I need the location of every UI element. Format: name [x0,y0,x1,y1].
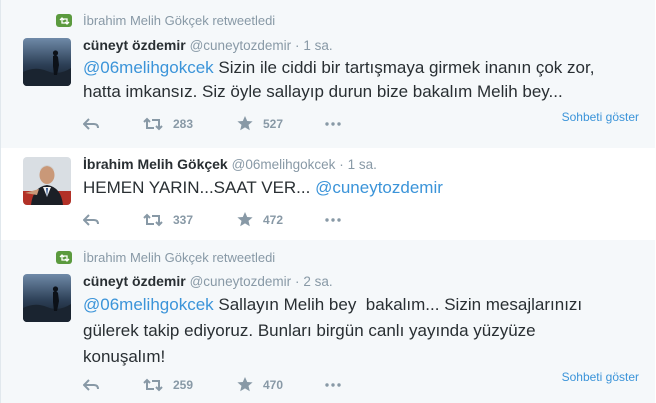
more-icon [325,217,341,222]
retweet-icon [143,117,163,130]
tweet-actions: 259 470 [83,377,341,392]
tweet-text: @06melihgokcek Sallayın Melih bey bakalı… [83,292,638,370]
mention-link[interactable]: @06melihgokcek [83,58,214,77]
retweet-count: 283 [173,116,194,131]
reply-icon [83,117,99,130]
favorite-icon [237,377,253,392]
show-conversation-link[interactable]: Sohbeti göster [562,370,639,384]
username[interactable]: @cuneytozdemir [190,274,292,289]
favorite-icon [237,116,253,131]
tweet-item[interactable]: İbrahim Melih Gökçek @06melihgokcek · 1 … [1,148,655,241]
tweet-text-segment: gülerek takip ediyoruz. Bunları birgün c… [83,321,536,340]
retweet-button[interactable]: 337 [143,213,237,227]
mention-link[interactable]: @cuneytozdemir [315,178,443,197]
username[interactable]: @06melihgokcek [232,157,336,172]
retweet-button[interactable]: 259 [143,378,237,392]
tweet-actions: 283 527 [83,116,341,131]
fullname[interactable]: cüneyt özdemir [83,37,186,53]
more-button[interactable] [325,121,341,126]
reply-icon [83,378,99,391]
tweet-text: HEMEN YARIN...SAAT VER... @cuneytozdemir [83,176,638,200]
favorite-count: 472 [263,212,284,227]
avatar[interactable] [23,157,71,205]
timeline: İbrahim Melih Gökçek retweetledi cüneyt … [0,0,656,403]
retweet-context-label[interactable]: İbrahim Melih Gökçek retweetledi [83,13,275,28]
reply-button[interactable] [83,117,143,130]
more-button[interactable] [325,382,341,387]
timestamp[interactable]: 2 sa. [303,274,332,289]
avatar[interactable] [23,274,71,322]
retweet-context-label[interactable]: İbrahim Melih Gökçek retweetledi [83,250,275,265]
mention-link[interactable]: @06melihgokcek [83,295,214,314]
reply-button[interactable] [83,213,143,226]
tweet-actions: 337 472 [83,212,341,227]
favorite-count: 527 [263,116,284,131]
more-icon [325,121,341,126]
favorite-button[interactable]: 470 [237,377,325,392]
tweet-item[interactable]: İbrahim Melih Gökçek retweetledi cüneyt … [1,240,655,403]
tweet-header: İbrahim Melih Gökçek @06melihgokcek · 1 … [83,156,377,172]
separator: · [339,157,344,172]
timestamp[interactable]: 1 sa. [303,38,332,53]
more-icon [325,382,341,387]
tweet-text: @06melihgokcek Sizin ile ciddi bir tartı… [83,56,638,104]
retweet-icon [143,378,163,391]
fullname[interactable]: cüneyt özdemir [83,273,186,289]
favorite-count: 470 [263,377,284,392]
tweet-header: cüneyt özdemir @cuneytozdemir · 1 sa. [83,37,333,53]
favorite-button[interactable]: 527 [237,116,325,131]
tweet-text-segment: konuşalım! [83,347,166,366]
favorite-icon [237,212,253,227]
reply-icon [83,213,99,226]
retweet-context: İbrahim Melih Gökçek retweetledi [56,13,275,28]
retweet-context-icon [56,251,72,264]
tweet-text-segment: Sallayın Melih bey bakalım... Sizin mesa… [213,295,583,314]
tweet-text-segment: HEMEN YARIN...SAAT VER... [83,178,316,197]
tweet-item[interactable]: İbrahim Melih Gökçek retweetledi cüneyt … [1,0,655,149]
show-conversation-link[interactable]: Sohbeti göster [562,110,639,124]
separator: · [294,38,300,53]
retweet-context: İbrahim Melih Gökçek retweetledi [56,250,275,265]
fullname[interactable]: İbrahim Melih Gökçek [83,156,228,172]
separator: · [294,274,300,289]
tweet-text-segment: Sizin ile ciddi bir tartışmaya girmek in… [213,58,595,77]
reply-button[interactable] [83,378,143,391]
avatar[interactable] [23,38,71,86]
more-button[interactable] [325,217,341,222]
tweet-text-segment: hatta imkansız. Siz öyle sallayıp durun … [83,82,563,101]
tweet-header: cüneyt özdemir @cuneytozdemir · 2 sa. [83,273,333,289]
timestamp[interactable]: 1 sa. [348,157,377,172]
retweet-context-icon [56,14,72,27]
retweet-count: 337 [173,212,194,227]
retweet-icon [143,213,163,226]
username[interactable]: @cuneytozdemir [190,38,292,53]
retweet-count: 259 [173,377,194,392]
favorite-button[interactable]: 472 [237,212,325,227]
retweet-button[interactable]: 283 [143,117,237,131]
